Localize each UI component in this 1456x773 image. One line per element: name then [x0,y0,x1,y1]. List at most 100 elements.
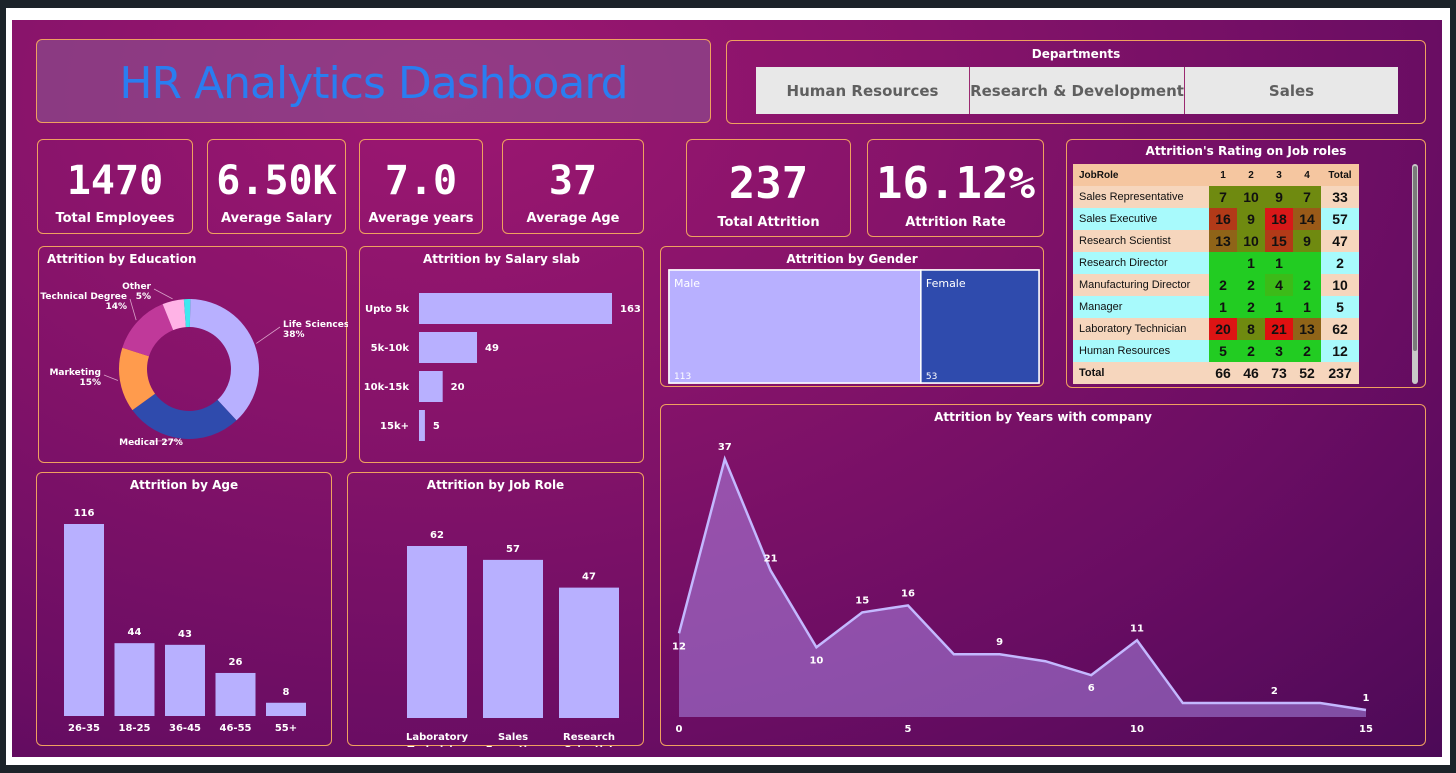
dept-button-sales[interactable]: Sales [1185,67,1398,114]
matrix-role-label: Manufacturing Director [1073,274,1209,296]
dashboard-canvas: HR Analytics Dashboard Departments Human… [12,20,1442,757]
salary-bar [419,332,478,363]
matrix-total-cell: 33 [1321,186,1359,208]
donut-leader-line [256,326,281,344]
age-value-label: 26 [229,657,243,668]
jobrole-category-label-line2: Scientist [564,745,614,747]
kpi-value: 1470 [66,158,164,204]
dept-button-research-development[interactable]: Research & Development [970,67,1185,114]
jobrole-value-label: 57 [506,544,520,555]
kpi-label: Average years [368,211,474,226]
education-chart-panel: Attrition by Education Life Sciences 38% M… [38,246,348,463]
salary-bar-chart: Upto 5k 163 5k-10k 49 10k-15k 20 15k+ 5 [364,293,641,441]
matrix-row: Human Resources 5 2 3 2 12 [1073,340,1359,362]
matrix-value-cell: 2 [1209,274,1237,296]
matrix-value-cell: 15 [1265,230,1293,252]
matrix-value-cell [1209,252,1237,274]
matrix-value-cell: 2 [1237,274,1265,296]
matrix-table-wrap: JobRole 1 2 3 4 Total Sales Representative 7 10… [1073,164,1359,384]
matrix-role-label: Manager [1073,296,1209,318]
salary-category-label: 5k-10k [371,343,410,354]
salary-bar [419,410,425,441]
matrix-value-cell: 9 [1293,230,1321,252]
salary-category-label: 10k-15k [364,382,410,393]
kpi-value: 237 [728,158,809,209]
matrix-value-cell: 13 [1209,230,1237,252]
matrix-value-cell: 2 [1237,340,1265,362]
age-value-label: 44 [128,627,142,638]
kpi-value: 37 [548,158,598,204]
matrix-header-cell[interactable]: 3 [1265,164,1293,186]
matrix-value-cell [1293,252,1321,274]
matrix-value-cell: 1 [1265,252,1293,274]
age-bar [64,524,104,716]
matrix-value-cell: 18 [1265,208,1293,230]
job-role-matrix-panel: Attrition's Rating on Job roles JobRole 1… [1066,139,1426,388]
salary-value-label: 5 [433,421,440,432]
age-category-label: 55+ [275,723,297,734]
kpi-label: Total Employees [55,211,175,226]
jobrole-value-label: 62 [430,530,444,541]
jobrole-bar-chart: 62 Laboratory Technician 57 Sales Executive 47… [406,530,619,747]
jobrole-bar [483,559,543,718]
years-point-label: 10 [809,655,823,666]
years-point-label: 15 [855,595,869,606]
matrix-value-cell: 1 [1237,252,1265,274]
matrix-value-cell: 9 [1265,186,1293,208]
matrix-header-cell[interactable]: 4 [1293,164,1321,186]
salary-value-label: 163 [620,304,641,315]
years-point-label: 2 [1271,686,1278,697]
dept-button-human-resources[interactable]: Human Resources [756,67,970,114]
matrix-scrollbar-thumb[interactable] [1413,166,1417,351]
jobrole-category-label: Laboratory [406,732,468,743]
matrix-value-cell: 16 [1209,208,1237,230]
matrix-value-cell: 3 [1265,340,1293,362]
page-title: HR Analytics Dashboard [119,58,628,109]
years-chart-panel: Attrition by Years with company 12 37 21 10… [660,404,1426,746]
matrix-header-cell[interactable]: Total [1321,164,1359,186]
donut-leader-line [129,298,137,321]
kpi-label: Attrition Rate [905,215,1006,230]
matrix-grand-total-cell: 46 [1237,362,1265,384]
matrix-grand-total-cell: 237 [1321,362,1359,384]
treemap-female-value: 53 [926,372,937,382]
jobrole-chart-panel: Attrition by Job Role 62LaboratoryTechni… [347,472,644,747]
donut-slice [122,304,174,357]
kpi-total-employees: 1470 Total Employees [37,139,193,234]
years-point-label: 6 [1088,683,1095,694]
salary-value-label: 49 [485,343,499,354]
matrix-value-cell: 10 [1237,230,1265,252]
treemap-male-tile [668,269,922,384]
age-value-label: 8 [283,687,290,698]
matrix-grand-total-cell: 66 [1209,362,1237,384]
kpi-value: 16.12% [876,158,1035,209]
jobrole-category-label: Research [563,732,615,743]
matrix-value-cell: 4 [1265,274,1293,296]
matrix-value-cell: 10 [1237,186,1265,208]
matrix-grand-total-cell: 52 [1293,362,1321,384]
matrix-row: Manager 1 2 1 1 5 [1073,296,1359,318]
matrix-header-cell[interactable]: 1 [1209,164,1237,186]
matrix-value-cell: 2 [1237,296,1265,318]
kpi-value: 7.0 [384,158,458,204]
matrix-header-cell[interactable]: 2 [1237,164,1265,186]
donut-label-pct: 5% [136,292,151,302]
matrix-role-label: Sales Representative [1073,186,1209,208]
matrix-total-cell: 2 [1321,252,1359,274]
kpi-average-age: 37 Average Age [502,139,644,234]
education-donut-chart: Life Sciences38% Medical 27% Marketing15% T… [40,282,348,448]
matrix-row: Sales Representative 7 10 9 7 33 [1073,186,1359,208]
years-xtick-label: 15 [1359,724,1373,735]
treemap-male-value: 113 [674,372,691,382]
matrix-value-cell: 1 [1265,296,1293,318]
donut-label-pct: 15% [79,378,101,388]
jobrole-bar [559,587,619,718]
donut-label: Technical Degree [40,292,127,302]
gender-treemap: Male Female 113 53 [668,269,1040,384]
matrix-header-row: JobRole 1 2 3 4 Total [1073,164,1359,186]
matrix-role-label: Laboratory Technician [1073,318,1209,340]
matrix-header-jobrole[interactable]: JobRole [1073,164,1209,186]
matrix-role-label: Research Scientist [1073,230,1209,252]
jobrole-category-label-line2: Executive [486,745,541,747]
matrix-value-cell: 2 [1293,274,1321,296]
